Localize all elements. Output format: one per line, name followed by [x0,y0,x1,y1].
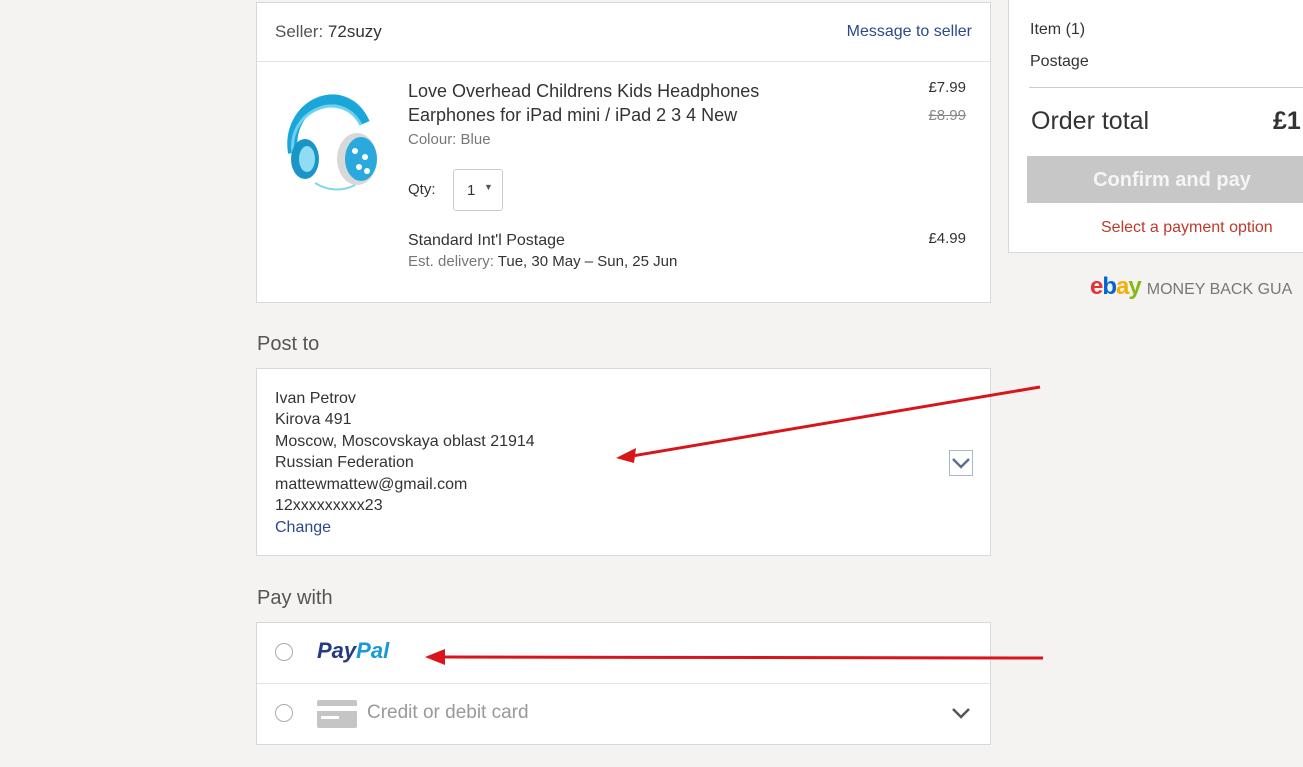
item-original-price: £8.99 [928,107,966,124]
summary-postage-label: Postage [1030,53,1089,70]
message-to-seller-link[interactable]: Message to seller [847,23,972,41]
product-colour: Colour: Blue [408,131,491,148]
address-name: Ivan Petrov [275,390,356,407]
qty-value: 1 [467,182,476,199]
address-country: Russian Federation [275,454,414,471]
ebay-logo-a: a [1116,273,1129,300]
seller-item-card: Seller: 72suzy Message to seller Love Ov… [256,2,991,303]
ebay-logo-e: e [1090,273,1103,300]
card-option-label: Credit or debit card [367,702,529,723]
seller-label: Seller: 72suzy [275,22,382,42]
chevron-down-icon [952,458,970,469]
credit-card-icon [317,700,357,728]
summary-item-label: Item (1) [1030,21,1085,39]
qty-select[interactable]: 1 ▼ [453,169,503,211]
paypal-logo: PayPal [317,638,389,664]
postage-price: £4.99 [928,230,966,247]
payment-option-card[interactable]: Credit or debit card [257,683,990,744]
item-price: £7.99 [928,79,966,96]
paypal-logo-pal: Pal [356,638,390,663]
pay-with-heading: Pay with [257,587,333,609]
post-to-heading: Post to [257,333,320,355]
seller-label-text: Seller: [275,22,328,41]
pay-with-card: PayPal Credit or debit card [256,622,991,745]
change-address-link[interactable]: Change [275,519,331,537]
summary-item-label-end: ) [1079,21,1086,38]
qty-label: Qty: [408,181,436,198]
caret-down-icon: ▼ [484,182,493,192]
estimated-delivery: Est. delivery: Tue, 30 May – Sun, 25 Jun [408,253,677,270]
delivery-range: Tue, 30 May – Sun, 25 Jun [497,253,678,270]
select-payment-hint: Select a payment option [1101,219,1273,236]
summary-item-label-start: Item ( [1030,21,1071,38]
order-total-label: Order total [1031,107,1150,135]
postage-name: Standard Int'l Postage [408,232,565,249]
ebay-money-back-guarantee: ebay MONEY BACK GUA [1090,273,1292,301]
ebay-logo-b: b [1102,273,1117,300]
summary-divider [1029,87,1303,88]
address-phone: 12xxxxxxxxx23 [275,497,383,514]
delivery-prefix: Est. delivery: [408,253,498,270]
confirm-and-pay-button[interactable]: Confirm and pay [1027,156,1303,203]
address-street: Kirova 491 [275,411,352,428]
ebay-logo-y: y [1128,273,1141,300]
address-city: Moscow, Moscovskaya oblast 21914 [275,433,535,450]
product-image[interactable] [275,83,381,195]
seller-name: 72suzy [327,22,382,41]
paypal-radio[interactable] [275,643,293,661]
order-total-value: £1 [1273,107,1301,135]
chevron-down-icon[interactable] [950,704,972,722]
guarantee-text: MONEY BACK GUA [1146,281,1293,298]
paypal-logo-pay: Pay [317,638,357,663]
seller-header: Seller: 72suzy Message to seller [257,3,990,62]
summary-item-count: 1 [1070,21,1080,38]
address-email: mattewmattew@gmail.com [275,476,468,493]
ebay-logo: ebay [1090,273,1142,300]
card-radio[interactable] [275,704,293,722]
order-summary-card: Item (1) Postage Order total £1 Confirm … [1008,0,1303,253]
address-expand-toggle[interactable] [949,450,973,476]
payment-option-paypal[interactable]: PayPal [257,623,990,683]
product-title[interactable]: Love Overhead Childrens Kids Headphones … [408,79,828,127]
post-to-card: Ivan Petrov Kirova 491 Moscow, Moscovska… [256,368,991,556]
